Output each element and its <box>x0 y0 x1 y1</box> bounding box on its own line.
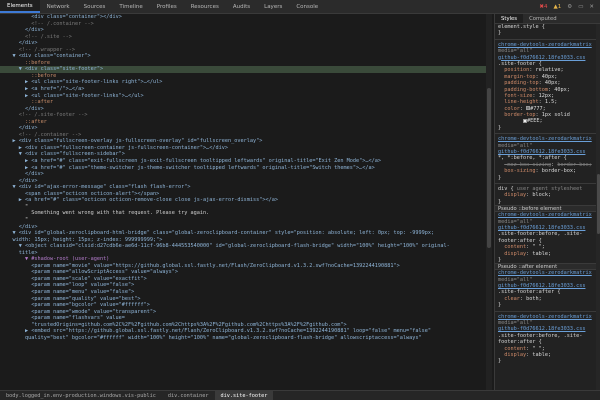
rule-properties: content: " "; display: table; <box>495 244 600 257</box>
styles-pane: Styles Computed element.style { } chrome… <box>494 14 600 390</box>
styles-tabs: Styles Computed <box>495 14 600 24</box>
devtools-tabbar: Elements Network Sources Timeline Profil… <box>0 0 600 14</box>
tab-resources[interactable]: Resources <box>184 0 226 13</box>
tab-console[interactable]: Console <box>289 0 325 13</box>
dom-tree-scrollbar[interactable] <box>486 14 492 390</box>
rule-origin: user agent stylesheet <box>516 185 583 192</box>
tab-layers[interactable]: Layers <box>257 0 289 13</box>
tab-computed[interactable]: Computed <box>523 14 563 23</box>
rule-selector[interactable]: div { <box>498 186 514 192</box>
breadcrumb-item-body[interactable]: body.logged_in.env-production.windows.vi… <box>0 391 162 400</box>
error-count-button[interactable]: ✖4 <box>539 4 547 10</box>
tab-network[interactable]: Network <box>40 0 77 13</box>
breadcrumb-item-site-footer[interactable]: div.site-footer <box>214 391 274 400</box>
tab-elements[interactable]: Elements <box>0 0 40 13</box>
rule-close: } <box>498 358 502 365</box>
breadcrumb-item-container[interactable]: div.container <box>162 391 215 400</box>
dock-side-icon[interactable]: ▭ <box>578 4 583 10</box>
rule-properties: content: " "; display: table; <box>495 346 600 359</box>
divider <box>495 310 600 312</box>
dom-node-line[interactable]: quality="best" bgcolor="#ffffff" width="… <box>0 335 492 342</box>
tab-styles[interactable]: Styles <box>495 14 524 23</box>
rule-properties: position: relative; margin-top: 40px; pa… <box>495 67 600 125</box>
rule-source-link[interactable]: github-f0d76612.18fe3033.css <box>495 55 600 61</box>
warning-count: 1 <box>557 3 562 10</box>
tab-timeline[interactable]: Timeline <box>112 0 149 13</box>
element-style-close: } <box>498 30 502 37</box>
pseudo-before-header: Pseudo ::before element <box>495 205 600 213</box>
tab-audits[interactable]: Audits <box>226 0 257 13</box>
tabbar-spacer <box>325 0 539 13</box>
rule-close: } <box>498 174 502 181</box>
breadcrumb: body.logged_in.env-production.windows.vi… <box>0 390 600 400</box>
rule-source-link[interactable]: github-f0d76612.18fe3033.css <box>495 326 600 332</box>
status-area: ✖4 ▲1 ⚙ ▭ ✕ <box>539 0 600 13</box>
scrollbar-thumb[interactable] <box>596 174 600 234</box>
divider <box>495 182 600 184</box>
pseudo-after-header: Pseudo ::after element <box>495 263 600 271</box>
warning-count-button[interactable]: ▲1 <box>554 4 562 10</box>
rule-close: } <box>498 124 502 131</box>
divider <box>495 133 600 135</box>
divider <box>495 38 600 40</box>
dom-node-line[interactable]: ▼ <object classid="clsid:d27cdb6e-ae6d-1… <box>0 243 492 250</box>
rule-properties: -moz-box-sizing: border-box; box-sizing:… <box>495 162 600 175</box>
scrollbar-thumb[interactable] <box>487 88 491 248</box>
error-count: 4 <box>544 3 548 10</box>
tab-sources[interactable]: Sources <box>77 0 113 13</box>
settings-gear-icon[interactable]: ⚙ <box>567 4 572 10</box>
styles-scrollbar[interactable] <box>596 24 600 390</box>
close-icon[interactable]: ✕ <box>589 4 594 10</box>
rule-source-link[interactable]: chrome-devtools-zerodarkmatrix <box>495 270 600 276</box>
dom-tree-panel[interactable]: <div class="container"></div> <!-- /.con… <box>0 14 492 390</box>
rule-source-link[interactable]: chrome-devtools-zerodarkmatrix <box>495 136 600 142</box>
tab-profiles[interactable]: Profiles <box>150 0 184 13</box>
rule-source-link[interactable]: chrome-devtools-zerodarkmatrix <box>495 212 600 218</box>
rule-close: } <box>498 302 502 309</box>
